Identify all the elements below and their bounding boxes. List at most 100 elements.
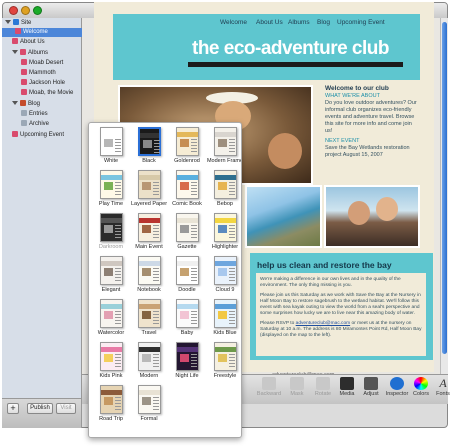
theme-darkroom[interactable]: Darkroom (92, 213, 130, 256)
toolbar-fonts-button[interactable]: A Fonts (430, 377, 450, 398)
site-title[interactable]: the eco-adventure club (192, 38, 390, 60)
theme-main-event[interactable]: Main Event (130, 213, 168, 256)
nav-link-about-us[interactable]: About Us (256, 19, 283, 26)
theme-thumbnail[interactable] (100, 127, 123, 156)
theme-highlighter[interactable]: Highlighter (206, 213, 241, 256)
toolbar-media-button[interactable]: Media (334, 377, 360, 397)
theme-thumbnail[interactable] (100, 299, 123, 328)
theme-layered-paper[interactable]: Layered Paper (130, 170, 168, 213)
sidebar-item-jackson-hole[interactable]: Jackson Hole (21, 79, 65, 88)
sidebar-item-entries[interactable]: Entries (21, 110, 48, 119)
theme-formal[interactable]: Formal (130, 385, 168, 428)
disclosure-triangle-icon[interactable] (12, 50, 18, 54)
friends-photo[interactable] (324, 185, 420, 248)
rsvp-email-link[interactable]: adventureclub@mac.com (296, 321, 350, 326)
theme-doodle[interactable]: Doodle (168, 256, 206, 299)
theme-elegant[interactable]: Elegant (92, 256, 130, 299)
sidebar-item-moab-desert[interactable]: Moab Desert (21, 59, 63, 68)
sidebar-item-moab-the-movie[interactable]: Moab, the Movie (21, 89, 73, 98)
theme-thumbnail[interactable] (176, 170, 199, 199)
welcome-text-box[interactable]: Welcome to our club WHAT WE'RE ABOUT Do … (325, 85, 420, 162)
toolbar-adjust-button[interactable]: Adjust (358, 377, 384, 397)
sidebar-item-upcoming-event[interactable]: Upcoming Event (12, 131, 64, 140)
thumbnail-photo (142, 182, 151, 190)
theme-travel[interactable]: Travel (130, 299, 168, 342)
theme-thumbnail[interactable] (214, 127, 237, 156)
theme-thumbnail[interactable] (214, 170, 237, 199)
theme-modern-frame[interactable]: Modern Frame (206, 127, 241, 170)
theme-night-life[interactable]: Night Life (168, 342, 206, 385)
toolbar-inspector-button[interactable]: Inspector (384, 377, 410, 397)
theme-thumbnail[interactable] (138, 127, 161, 156)
theme-thumbnail[interactable] (176, 342, 199, 371)
theme-thumbnail[interactable] (100, 256, 123, 285)
theme-thumbnail[interactable] (214, 213, 237, 242)
theme-comic-book[interactable]: Comic Book (168, 170, 206, 213)
nav-link-albums[interactable]: Albums (288, 19, 310, 26)
sidebar-item-label: Entries (29, 111, 48, 117)
sidebar-item-archive[interactable]: Archive (21, 120, 49, 129)
thumbnail-header (177, 304, 198, 309)
theme-thumbnail[interactable] (100, 342, 123, 371)
add-page-button[interactable]: + (7, 403, 19, 414)
visit-button[interactable]: Visit (56, 403, 76, 414)
theme-thumbnail[interactable] (138, 385, 161, 414)
sidebar-item-welcome[interactable]: Welcome (2, 28, 82, 37)
theme-black[interactable]: Black (130, 127, 168, 170)
theme-thumbnail[interactable] (138, 342, 161, 371)
theme-thumbnail[interactable] (138, 299, 161, 328)
theme-freestyle[interactable]: Freestyle (206, 342, 241, 385)
page-icon (12, 38, 18, 44)
thumbnail-header (139, 304, 160, 309)
theme-gazette[interactable]: Gazette (168, 213, 206, 256)
theme-thumbnail[interactable] (214, 342, 237, 371)
nav-link-welcome[interactable]: Welcome (220, 19, 247, 26)
theme-thumbnail[interactable] (100, 170, 123, 199)
theme-thumbnail[interactable] (176, 256, 199, 285)
theme-thumbnail[interactable] (138, 170, 161, 199)
nav-link-blog[interactable]: Blog (317, 19, 330, 26)
sidebar-site[interactable]: Site (5, 19, 31, 28)
theme-thumbnail[interactable] (214, 299, 237, 328)
toolbar-mask-button[interactable]: Mask (284, 377, 310, 397)
sidebar-item-mammoth[interactable]: Mammoth (21, 69, 56, 78)
disclosure-triangle-icon[interactable] (12, 101, 18, 105)
sidebar-item-albums[interactable]: Albums (12, 49, 48, 58)
theme-kids-pink[interactable]: Kids Pink (92, 342, 130, 385)
sidebar-item-about-us[interactable]: About Us (12, 38, 45, 47)
theme-white[interactable]: White (92, 127, 130, 170)
theme-bebop[interactable]: Bebop (206, 170, 241, 213)
thumbnail-text-lines (154, 140, 160, 154)
theme-thumbnail[interactable] (100, 385, 123, 414)
theme-play-time[interactable]: Play Time (92, 170, 130, 213)
sidebar-item-label: Welcome (23, 29, 48, 35)
theme-goldenrod[interactable]: Goldenrod (168, 127, 206, 170)
coast-photo[interactable] (245, 185, 322, 248)
theme-modern[interactable]: Modern (130, 342, 168, 385)
thumbnail-photo (218, 182, 227, 190)
theme-kids-blue[interactable]: Kids Blue (206, 299, 241, 342)
toolbar-backward-button[interactable]: Backward (256, 377, 282, 397)
theme-cloud-9[interactable]: Cloud 9 (206, 256, 241, 299)
site-sidebar: Site Welcome About Us Albums Moab Desert Mam… (2, 18, 82, 398)
theme-road-trip[interactable]: Road Trip (92, 385, 130, 428)
theme-thumbnail[interactable] (138, 213, 161, 242)
theme-thumbnail[interactable] (176, 213, 199, 242)
bay-text-box[interactable]: help us clean and restore the bay We're … (250, 253, 433, 360)
theme-watercolor[interactable]: Watercolor (92, 299, 130, 342)
theme-thumbnail[interactable] (100, 213, 123, 242)
sidebar-item-blog[interactable]: Blog (12, 100, 40, 109)
theme-thumbnail[interactable] (176, 127, 199, 156)
theme-baby[interactable]: Baby (168, 299, 206, 342)
theme-thumbnail[interactable] (176, 299, 199, 328)
vertical-scrollbar[interactable] (440, 18, 448, 374)
publish-button[interactable]: Publish (27, 403, 53, 414)
nav-link-upcoming-event[interactable]: Upcoming Event (337, 19, 385, 26)
theme-notebook[interactable]: Notebook (130, 256, 168, 299)
scroll-thumb[interactable] (442, 22, 447, 354)
toolbar-rotate-button[interactable]: Rotate (310, 377, 336, 397)
disclosure-triangle-icon[interactable] (5, 20, 11, 24)
thumbnail-header (215, 175, 236, 180)
theme-thumbnail[interactable] (214, 256, 237, 285)
theme-thumbnail[interactable] (138, 256, 161, 285)
